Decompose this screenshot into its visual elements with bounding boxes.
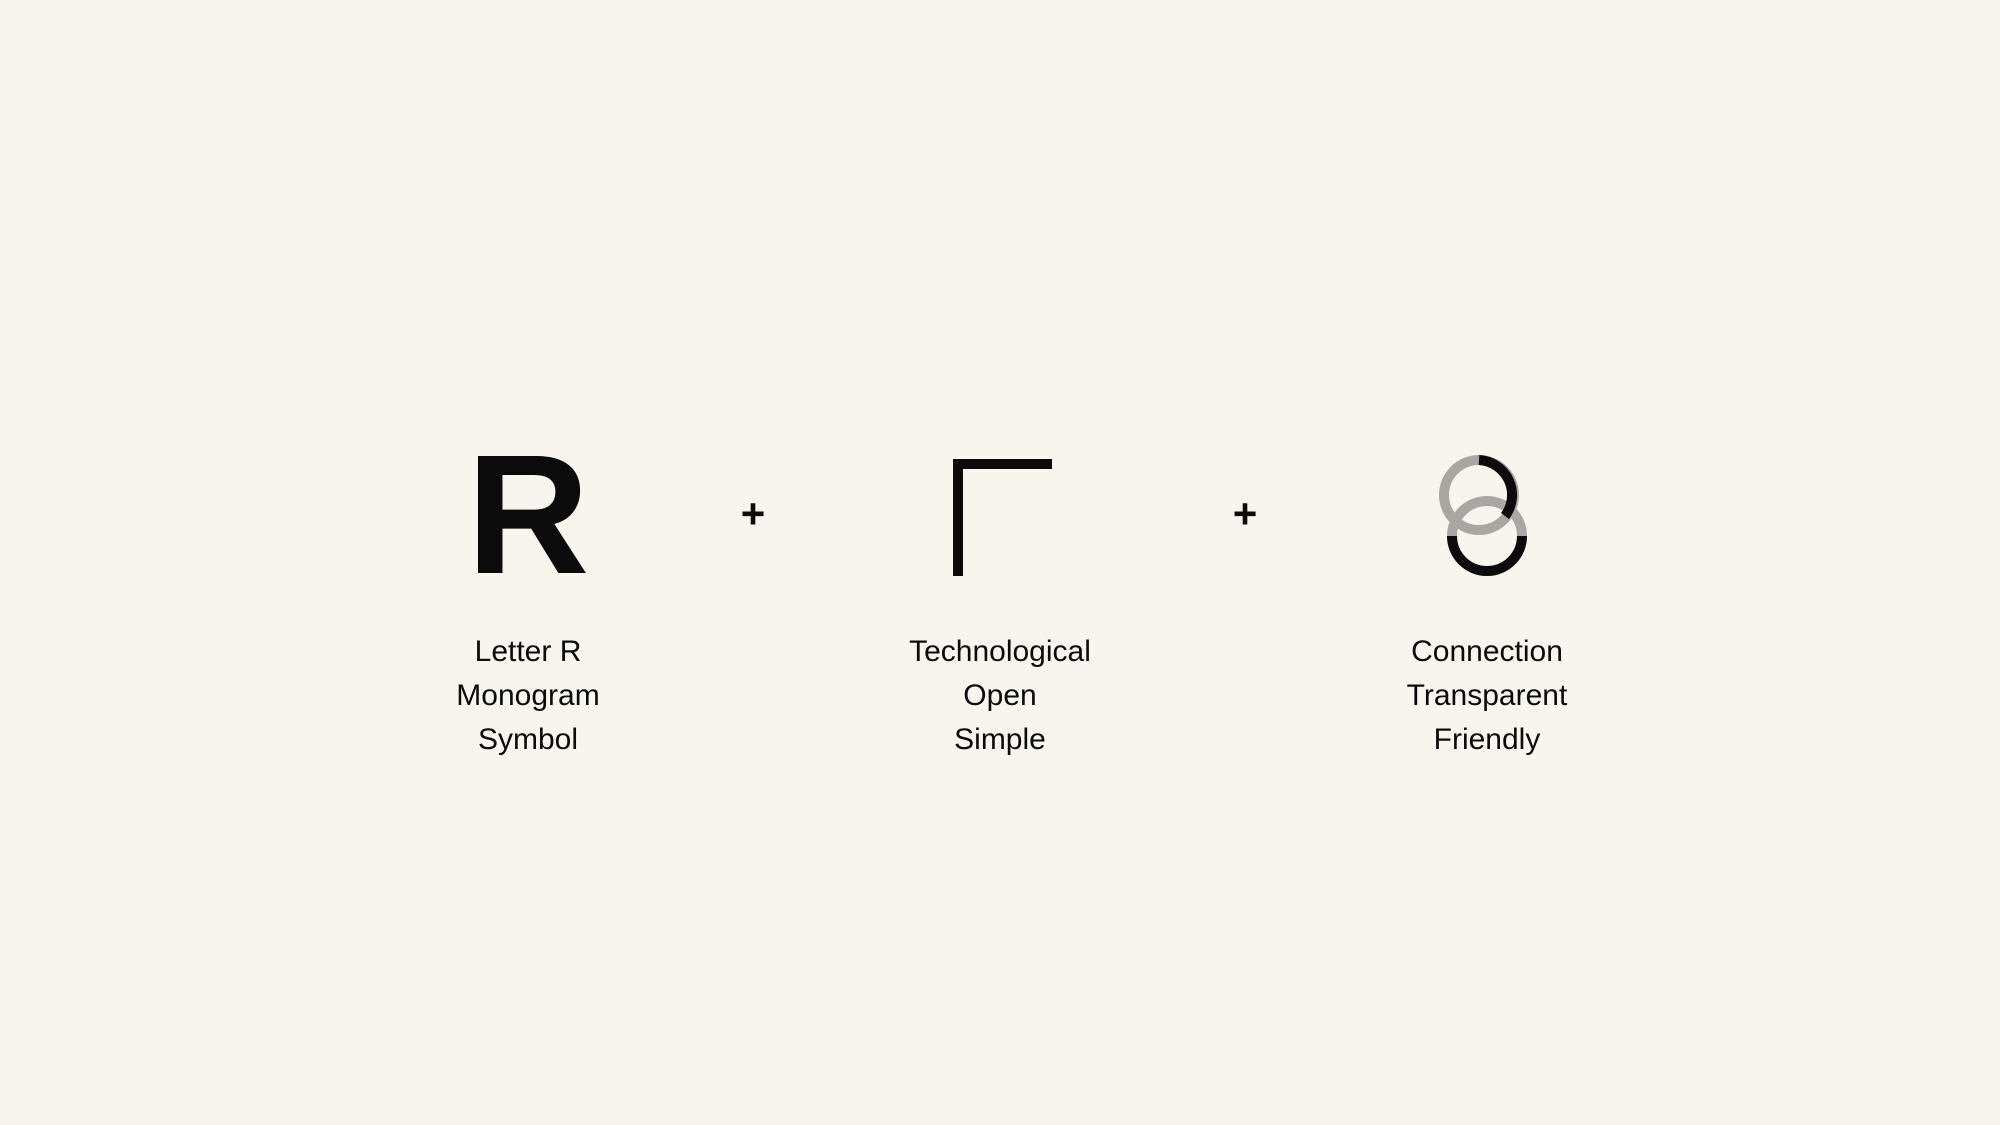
label-simple: Simple	[954, 723, 1046, 756]
rings-glyph-wrap	[1327, 440, 1647, 590]
label-technological: Technological	[909, 635, 1091, 668]
concept-labels-rings: Connection Transparent Friendly	[1327, 630, 1647, 762]
label-monogram: Monogram	[456, 679, 600, 712]
concept-labels-letter-r: Letter R Monogram Symbol	[368, 630, 688, 762]
label-friendly: Friendly	[1433, 723, 1541, 756]
linked-rings-icon	[1439, 455, 1527, 576]
label-letter-r: Letter R	[474, 635, 582, 668]
letter-r-glyph: R	[466, 420, 590, 610]
concept-letter-r: R Letter R Monogram Symbol	[368, 420, 688, 780]
corner-glyph-wrap	[840, 440, 1160, 590]
letter-r-glyph-wrap: R	[368, 420, 688, 610]
label-transparent: Transparent	[1406, 679, 1568, 712]
plus-operator-1: +	[740, 490, 766, 537]
label-open: Open	[963, 679, 1037, 712]
plus-operator-2: +	[1232, 490, 1258, 537]
label-symbol: Symbol	[477, 723, 579, 756]
concept-rings: Connection Transparent Friendly	[1327, 440, 1647, 780]
concept-corner: Technological Open Simple	[840, 440, 1160, 780]
concept-labels-corner: Technological Open Simple	[840, 630, 1160, 762]
corner-bracket-icon	[953, 459, 1052, 576]
label-connection: Connection	[1411, 635, 1563, 668]
